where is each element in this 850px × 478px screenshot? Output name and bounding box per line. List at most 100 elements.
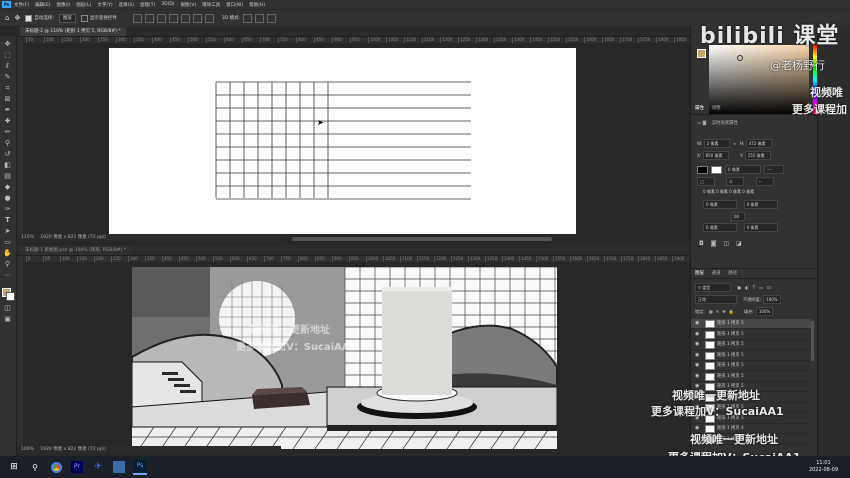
align-stroke-dropdown[interactable]: □ bbox=[697, 177, 715, 186]
width-field[interactable]: 2 像素 bbox=[703, 139, 730, 148]
filter-adjust-icon[interactable]: ◐ bbox=[745, 285, 749, 290]
photoshop-taskbar-icon[interactable]: Ps bbox=[133, 459, 147, 475]
home-icon[interactable]: ⌂ bbox=[5, 14, 9, 22]
menu-3d[interactable]: 3D(D) bbox=[161, 2, 174, 7]
feishu-icon[interactable]: ✈ bbox=[91, 460, 105, 474]
layer-row[interactable]: ◉ 矩形 1 拷贝 5 bbox=[691, 361, 811, 371]
stroke-style-dropdown[interactable]: —· bbox=[764, 165, 784, 174]
window-app-icon[interactable] bbox=[112, 460, 126, 474]
doc1-zoom[interactable]: 110% bbox=[21, 235, 34, 240]
visibility-eye-icon[interactable]: ◉ bbox=[695, 341, 701, 347]
doc2-canvas[interactable] bbox=[132, 267, 557, 449]
layer-row[interactable]: ◉ 矩形 1 拷贝 5 bbox=[691, 319, 811, 329]
history-brush-icon[interactable]: ↺ bbox=[3, 150, 12, 158]
join-dropdown[interactable]: ⌐ bbox=[755, 177, 774, 186]
radius-link-button[interactable]: 00 bbox=[731, 212, 745, 221]
menu-image[interactable]: 图像(I) bbox=[56, 2, 70, 8]
doc2-zoom[interactable]: 100% bbox=[21, 447, 34, 452]
visibility-eye-icon[interactable]: ◉ bbox=[695, 373, 701, 379]
filter-shape-icon[interactable]: ▭ bbox=[759, 285, 763, 290]
tab-channels[interactable]: 通道 bbox=[712, 269, 721, 278]
layer-row[interactable]: ◉ 矩形 1 拷贝 5 bbox=[691, 351, 811, 361]
visibility-eye-icon[interactable]: ◉ bbox=[695, 352, 701, 358]
color-fg-swatch[interactable] bbox=[697, 49, 706, 58]
slide-3d-icon[interactable] bbox=[267, 13, 277, 23]
opacity-field[interactable]: 100% bbox=[763, 295, 781, 304]
marquee-tool-icon[interactable]: ⬚ bbox=[3, 51, 12, 59]
filter-pixel-icon[interactable]: ▣ bbox=[737, 285, 741, 290]
fill-field[interactable]: 100% bbox=[755, 307, 774, 316]
menu-layer[interactable]: 图层(L) bbox=[76, 2, 91, 8]
visibility-eye-icon[interactable]: ◉ bbox=[695, 320, 701, 326]
menu-window[interactable]: 窗口(W) bbox=[226, 2, 243, 8]
doc1-canvas[interactable]: ➤ bbox=[109, 48, 576, 234]
path-op-intersect-icon[interactable]: ◫ bbox=[723, 240, 729, 247]
menu-view[interactable]: 视图(V) bbox=[181, 2, 197, 8]
tab-layers[interactable]: 图层 bbox=[695, 269, 704, 278]
auto-select-dropdown[interactable]: 图层 bbox=[58, 13, 76, 23]
menu-file[interactable]: 文件(F) bbox=[14, 2, 29, 8]
lock-paint-icon[interactable]: ✎ bbox=[716, 309, 720, 314]
layer-row[interactable]: ◉ 矩形 1 拷贝 5 bbox=[691, 340, 811, 350]
blend-mode-dropdown[interactable]: 正常 bbox=[695, 295, 737, 304]
filter-smart-icon[interactable]: ⊡ bbox=[767, 285, 771, 290]
show-transform-checkbox[interactable] bbox=[80, 14, 88, 22]
fill-swatch[interactable] bbox=[697, 165, 708, 174]
brush-tool-icon[interactable]: ✏ bbox=[3, 128, 12, 136]
rectangle-tool-icon[interactable]: ▭ bbox=[3, 238, 12, 246]
auto-select-checkbox[interactable] bbox=[25, 14, 33, 22]
tab-adjustments[interactable]: 调整 bbox=[712, 105, 721, 111]
path-select-icon[interactable]: ➤ bbox=[3, 227, 12, 235]
hand-tool-icon[interactable]: ✋ bbox=[3, 249, 12, 257]
link-icon[interactable]: ∞ bbox=[733, 141, 737, 146]
x-field[interactable]: 850 像素 bbox=[702, 151, 729, 160]
background-color-swatch[interactable] bbox=[6, 292, 15, 301]
quick-select-icon[interactable]: ✎ bbox=[3, 73, 12, 81]
quick-mask-icon[interactable]: ◫ bbox=[3, 304, 12, 312]
filter-type-icon[interactable]: T bbox=[753, 285, 756, 290]
align-middle-icon[interactable] bbox=[180, 13, 190, 23]
layer-row[interactable]: ◉ 矩形 1 拷贝 5 bbox=[691, 330, 811, 340]
y-field[interactable]: 155 像素 bbox=[744, 151, 771, 160]
radius-bl-field[interactable]: 0 像素 bbox=[703, 223, 737, 232]
zoom-tool-icon[interactable]: ⚲ bbox=[3, 260, 12, 268]
doc1-scrollbar[interactable] bbox=[292, 237, 552, 241]
distribute-icon[interactable] bbox=[204, 13, 214, 23]
radius-tl-field[interactable]: 0 像素 bbox=[703, 200, 737, 209]
lasso-tool-icon[interactable]: ℓ bbox=[3, 62, 12, 70]
align-right-icon[interactable] bbox=[156, 13, 166, 23]
eraser-tool-icon[interactable]: ◧ bbox=[3, 161, 12, 169]
stroke-width-field[interactable]: 0 像素 bbox=[725, 165, 761, 174]
healing-brush-icon[interactable]: ✚ bbox=[3, 117, 12, 125]
screen-mode-icon[interactable]: ▣ bbox=[3, 315, 12, 323]
clock[interactable]: 11:01 2022-08-09 bbox=[809, 460, 838, 474]
layers-scrollbar[interactable] bbox=[811, 321, 814, 361]
align-bottom-icon[interactable] bbox=[192, 13, 202, 23]
windows-start-icon[interactable]: ⊞ bbox=[7, 460, 21, 474]
pan-3d-icon[interactable] bbox=[255, 13, 265, 23]
lock-move-icon[interactable]: ✥ bbox=[722, 309, 726, 314]
menu-type[interactable]: 文字(Y) bbox=[97, 2, 112, 8]
menu-edit[interactable]: 编辑(E) bbox=[35, 2, 50, 8]
gradient-tool-icon[interactable]: ▤ bbox=[3, 172, 12, 180]
doc2-tab[interactable]: 未标题-1 新视图.psd @ 100% (矩形, RGB/8#) * bbox=[20, 246, 131, 255]
move-tool-icon[interactable]: ✥ bbox=[14, 14, 20, 22]
cap-dropdown[interactable]: ⊏ bbox=[726, 177, 745, 186]
frame-tool-icon[interactable]: ⊠ bbox=[3, 95, 12, 103]
move-tool-icon[interactable]: ✥ bbox=[3, 40, 12, 48]
stamp-tool-icon[interactable]: ⚲ bbox=[3, 139, 12, 147]
doc1-tab[interactable]: 未标题-2 @ 110% (矩形 1 拷贝 5, RGB/8#) * bbox=[20, 27, 126, 36]
pen-tool-icon[interactable]: ✑ bbox=[3, 205, 12, 213]
align-top-icon[interactable] bbox=[168, 13, 178, 23]
orbit-3d-icon[interactable] bbox=[243, 13, 253, 23]
photoshop-logo-icon[interactable]: Ps bbox=[2, 1, 11, 8]
lock-all-icon[interactable]: 🔒 bbox=[729, 309, 734, 315]
layer-filter-dropdown[interactable]: ⚲ 类型 bbox=[695, 283, 731, 292]
align-center-icon[interactable] bbox=[144, 13, 154, 23]
radius-tr-field[interactable]: 0 像素 bbox=[743, 200, 778, 209]
radius-br-field[interactable]: 0 像素 bbox=[743, 223, 778, 232]
menu-select[interactable]: 选择(S) bbox=[119, 2, 134, 8]
crop-tool-icon[interactable]: ⌗ bbox=[3, 84, 12, 92]
premiere-icon[interactable]: Pr bbox=[70, 460, 84, 474]
type-tool-icon[interactable]: T bbox=[3, 216, 12, 224]
